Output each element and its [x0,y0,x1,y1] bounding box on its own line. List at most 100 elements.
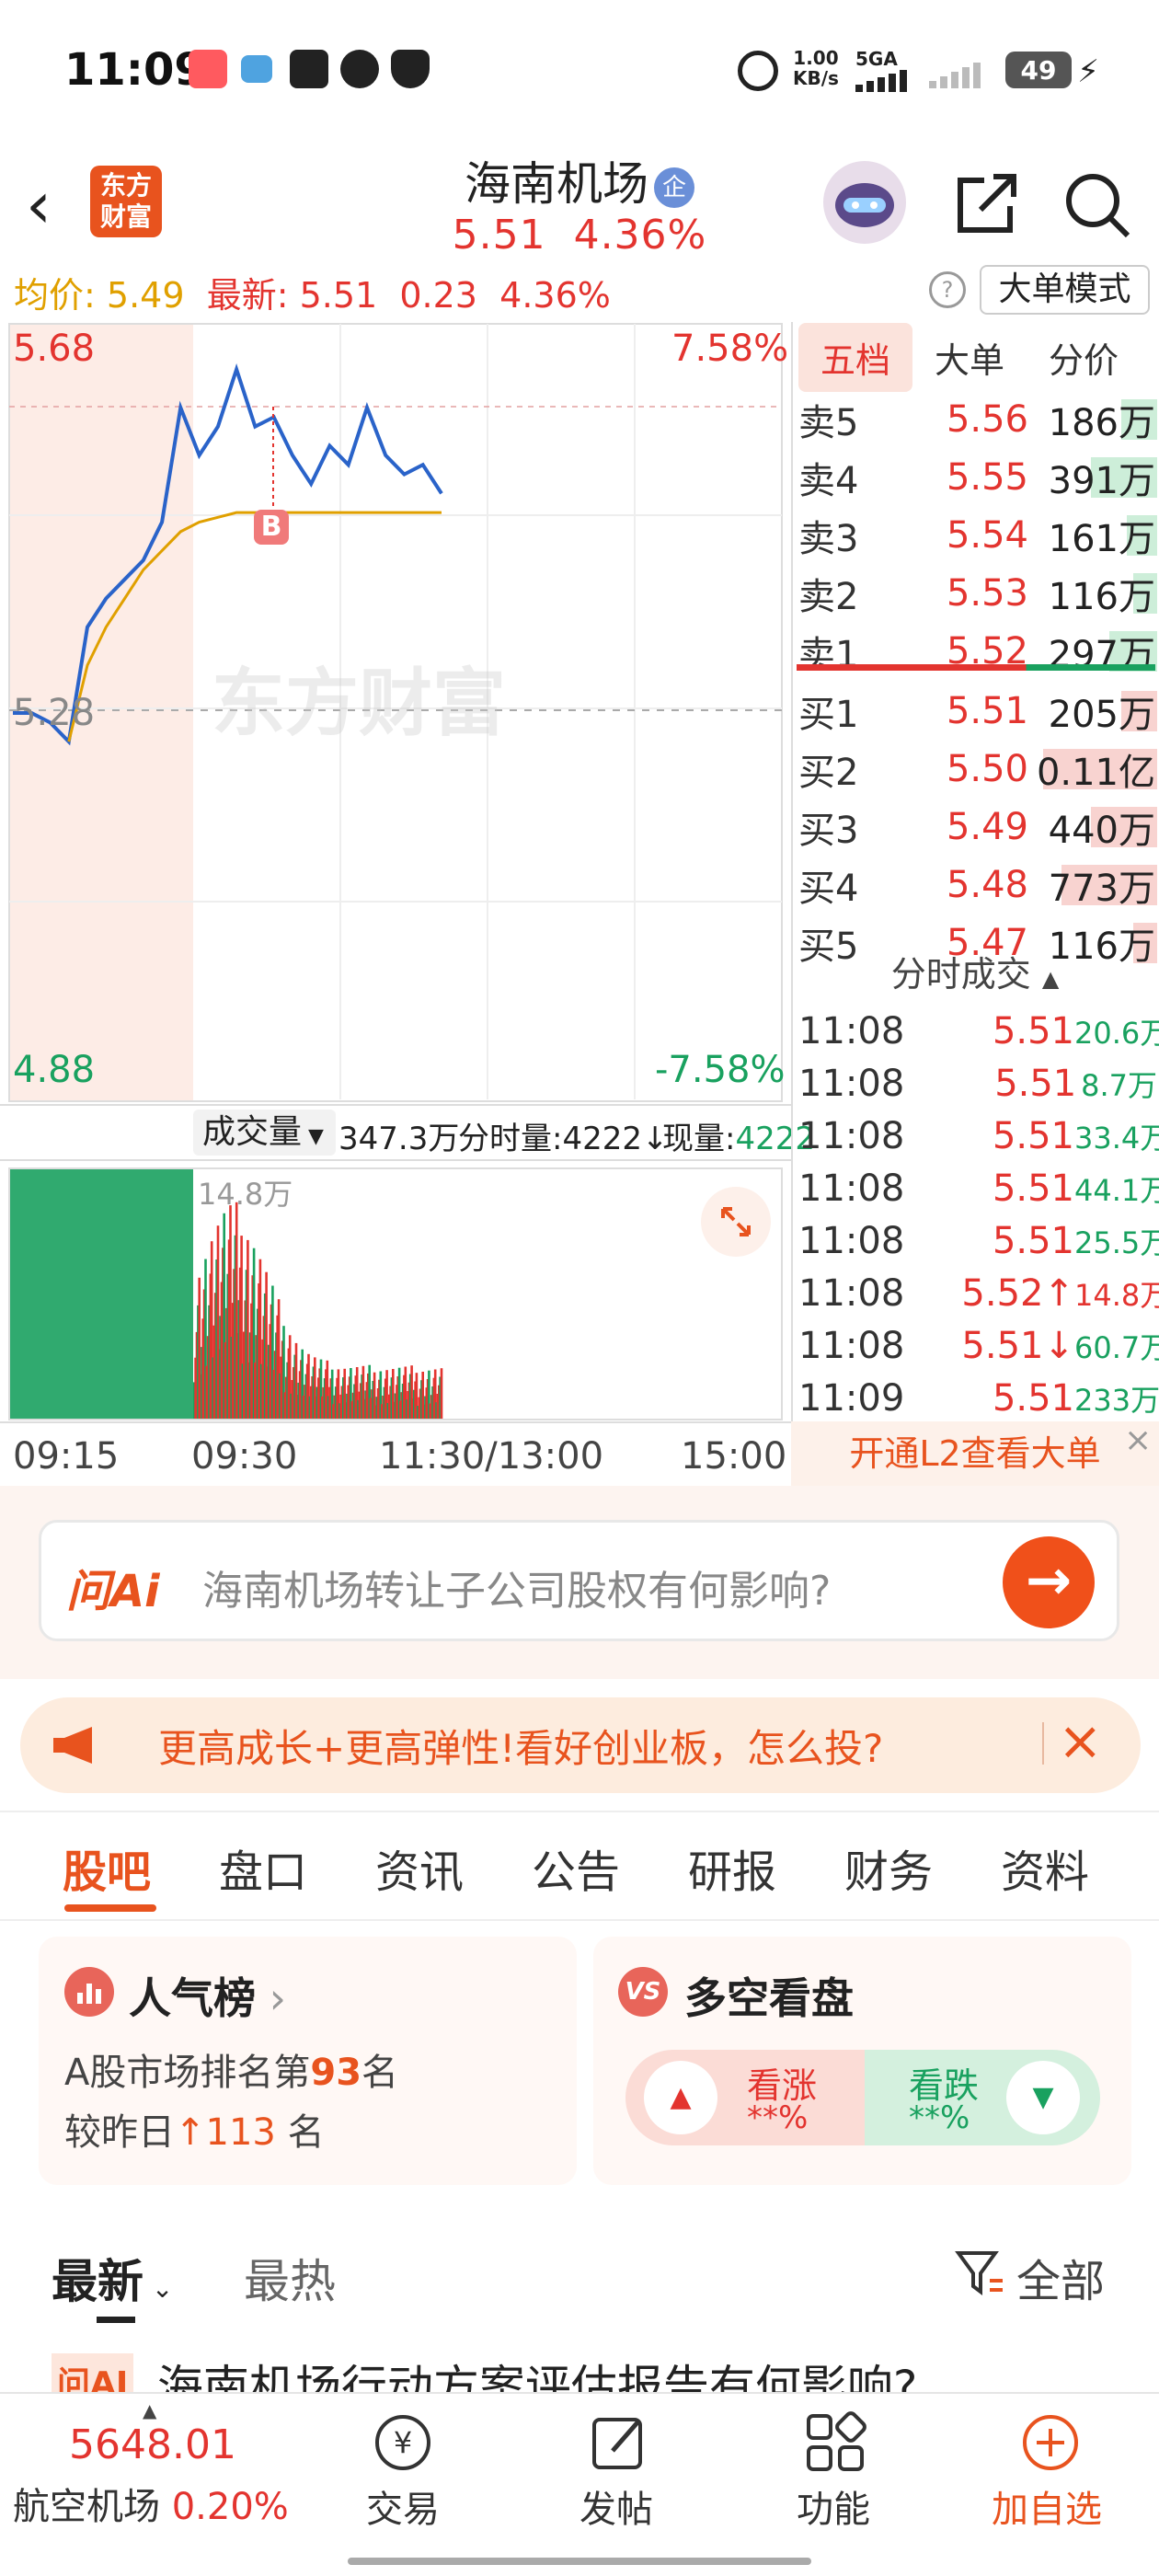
tab-pankou[interactable]: 盘口 [219,1835,307,1900]
nav-post[interactable]: 发帖 [580,2479,653,2533]
trade-yen-icon[interactable]: ¥ [371,2410,435,2475]
filter-all[interactable]: 全部 [1016,2245,1105,2309]
divider [1042,1722,1044,1765]
ai-question-text[interactable]: 海南机场转让子公司股权有何影响? [202,1558,831,1616]
intraday-chart[interactable] [0,322,791,1490]
help-icon[interactable]: ? [929,271,966,308]
bid-volume: 440万 [1048,810,1155,852]
net-speed: 1.00 KB/s [793,47,839,89]
tick-volume: 14.8万 [1074,1277,1159,1313]
close-promo-icon[interactable]: × [1058,1709,1103,1772]
ask-volume: 186万 [1048,402,1155,444]
sort-hot[interactable]: 最热 [244,2245,336,2311]
ask-level: 卖3 [798,518,859,560]
popularity-title[interactable]: 人气榜 › [129,1965,286,2026]
ask-level: 卖5 [798,402,859,444]
volume-dropdown[interactable]: 成交量 ▼ [193,1110,336,1156]
bid-row[interactable]: 买3 5.49 440万 [798,801,1157,853]
tab-five-levels[interactable]: 五档 [798,322,913,392]
ask-volume: 116万 [1048,576,1155,618]
x-label: 09:15 [13,1435,120,1478]
tab-announcements[interactable]: 公告 [532,1835,620,1900]
tick-price: 5.51 [992,1167,1074,1210]
bid-level: 买1 [798,694,859,736]
expand-icon[interactable] [701,1187,771,1257]
back-button[interactable]: ‹ [26,173,52,237]
bid-price: 5.47 [946,922,1028,964]
promo-text[interactable]: 更高成长+更高弹性!看好创业板，怎么投? [158,1718,883,1774]
ask-volume: 391万 [1048,460,1155,502]
tick-volume: 20.6万 [1074,1015,1159,1051]
open-l2-link[interactable]: 开通L2查看大单 [791,1421,1159,1486]
price-mid-label: 5.28 [13,692,96,734]
tab-big-orders[interactable]: 大单 [912,332,1027,383]
vs-icon: VS [618,1967,668,2017]
bid-row[interactable]: 买2 5.50 0.11亿 [798,743,1157,795]
bid-row[interactable]: 买1 5.51 205万 [798,685,1157,737]
tick-time: 11:08 [798,1219,905,1262]
buy-marker[interactable]: B [254,510,289,545]
index-name[interactable]: 航空机场 0.20% [13,2477,289,2530]
ask-row[interactable]: 卖5 5.56 186万 [798,394,1157,445]
app-notification-icon [241,55,272,83]
share-icon[interactable] [947,166,1025,243]
bid-row[interactable]: 买4 5.48 773万 [798,859,1157,911]
tab-finance[interactable]: 财务 [844,1835,933,1900]
stock-title[interactable]: 海南机场企 [350,147,809,213]
function-grid-icon[interactable] [803,2410,867,2475]
index-value[interactable]: 5648.01 [69,2421,236,2468]
ai-tag: 问Ai [66,1566,160,1617]
rank-change-text: 较昨日↑113 名 [64,2111,325,2154]
app-notification-icon [189,50,227,88]
megaphone-icon [52,1723,103,1767]
pre-market-volume [9,1168,193,1420]
app-notification-icon [340,50,379,88]
battery-icon: 49 [1005,52,1072,88]
tick-row: 11:08 5.51 44.1万 [798,1162,1159,1214]
sort-latest[interactable]: 最新 ⌄ [52,2245,173,2311]
nav-functions[interactable]: 功能 [797,2479,870,2533]
ask-row[interactable]: 卖4 5.55 391万 [798,452,1157,503]
tab-news[interactable]: 资讯 [375,1835,464,1900]
tick-volume: 25.5万 [1074,1225,1159,1260]
tick-price: 5.51 [994,1062,1077,1105]
volume-peak-label: 14.8万 [198,1177,293,1212]
nav-trade[interactable]: 交易 [366,2479,440,2533]
filter-icon[interactable] [955,2248,1006,2299]
post-edit-icon[interactable] [587,2410,651,2475]
tick-volume: 33.4万 [1074,1120,1159,1156]
big-order-mode-button[interactable]: 大单模式 [980,265,1150,315]
bull-bear-title: 多空看盘 [684,1973,854,2023]
pct-low-label: -7.58% [655,1049,786,1091]
tick-row: 11:08 5.51 20.6万 [798,1005,1159,1057]
tab-guba[interactable]: 股吧 [63,1835,151,1900]
tick-volume: 44.1万 [1074,1172,1159,1208]
triangle-up-icon[interactable]: ▲ [644,2061,717,2134]
status-time: 11:09 [64,44,205,96]
arrow-right-icon[interactable]: → [1003,1536,1095,1628]
tab-price-dist[interactable]: 分价 [1027,332,1141,383]
add-circle-icon[interactable] [1018,2410,1083,2475]
signal-icon-2 [929,63,984,90]
search-icon[interactable] [1058,166,1135,243]
close-l2-icon[interactable]: × [1124,1421,1152,1459]
tab-profile[interactable]: 资料 [1001,1835,1089,1900]
tick-row: 11:08 5.51↓ 60.7万 [798,1319,1159,1372]
bid-volume: 773万 [1048,868,1155,910]
charging-icon: ⚡ [1077,53,1099,90]
chart-svg [8,323,783,1420]
tick-time: 11:08 [798,1009,905,1052]
triangle-down-icon[interactable]: ▼ [1006,2061,1080,2134]
x-label: 11:30/13:00 [379,1435,604,1478]
tick-row: 11:08 5.52↑ 14.8万 [798,1267,1159,1319]
tick-row: 11:09 5.51 233万 [798,1372,1159,1424]
tick-time: 11:08 [798,1271,905,1315]
home-indicator [348,2558,811,2565]
tick-row: 11:08 5.51 8.7万 [798,1057,1157,1110]
ai-robot-icon[interactable] [823,161,906,244]
nav-add-watchlist[interactable]: 加自选 [992,2479,1102,2533]
tab-research[interactable]: 研报 [688,1835,776,1900]
ask-row[interactable]: 卖3 5.54 161万 [798,510,1157,561]
bid-price: 5.49 [946,806,1028,848]
ask-row[interactable]: 卖2 5.53 116万 [798,568,1157,619]
